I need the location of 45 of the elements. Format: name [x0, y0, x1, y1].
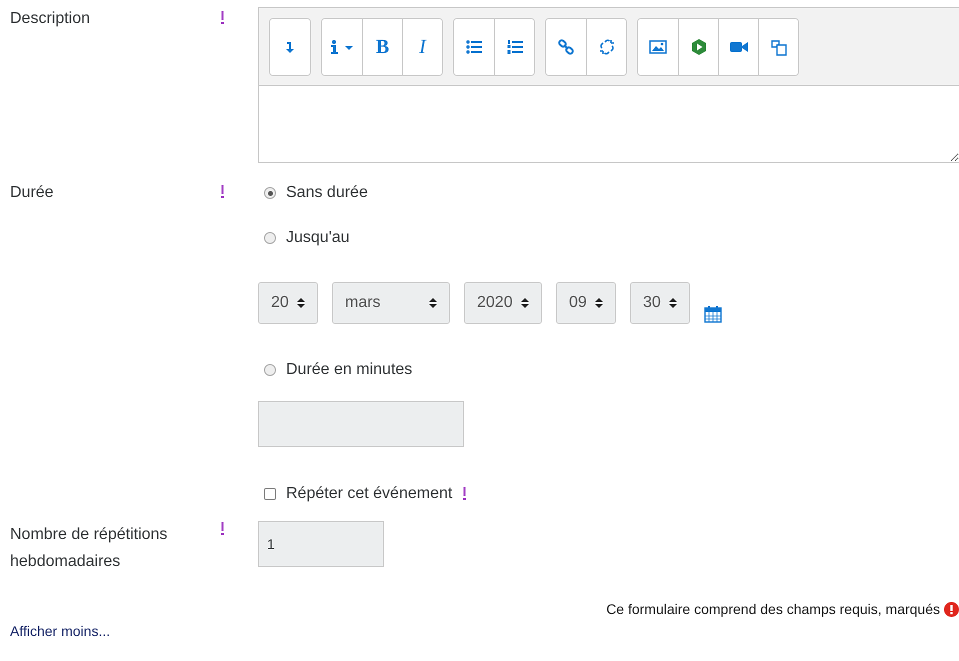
link-icon — [558, 39, 574, 55]
image-icon — [649, 40, 667, 54]
required-icon — [220, 521, 225, 537]
numbered-list-icon — [506, 40, 522, 54]
date-select[interactable]: 20 — [258, 282, 318, 324]
option-label: Jusqu'au — [286, 229, 350, 247]
checkbox[interactable] — [264, 488, 276, 500]
copy-icon — [770, 38, 788, 56]
bullet-list-icon — [466, 40, 482, 54]
info-icon — [330, 40, 354, 54]
date-select[interactable]: 2020 — [464, 282, 542, 324]
show-less-link[interactable]: Afficher moins... — [10, 623, 110, 639]
option-label: Durée en minutes — [286, 361, 412, 379]
numbers-button[interactable] — [494, 19, 534, 75]
field-label: Durée — [10, 184, 54, 201]
date-select[interactable]: 30 — [630, 282, 690, 324]
unlink-button[interactable] — [586, 19, 626, 75]
option-label: Répéter cet événement — [286, 485, 452, 503]
required-icon — [462, 486, 468, 502]
radio-button[interactable] — [264, 232, 276, 244]
required-icon — [220, 10, 225, 26]
date-select[interactable]: mars — [332, 282, 450, 324]
play-icon — [690, 38, 708, 56]
sort-icon — [297, 297, 305, 309]
description-field[interactable] — [259, 86, 959, 162]
option-label: Sans durée — [286, 184, 368, 202]
minutes-field[interactable] — [258, 401, 464, 447]
italic-button[interactable]: I — [402, 19, 442, 75]
field-label: Nombre de répétitions hebdomadaires — [10, 525, 168, 572]
alert-icon — [944, 602, 959, 616]
date-select[interactable]: 09 — [556, 282, 616, 324]
radio-button[interactable] — [264, 187, 276, 199]
repetitions-field[interactable]: 1 — [258, 521, 384, 567]
sort-icon — [595, 297, 603, 309]
sort-icon — [429, 297, 437, 309]
video-camera-icon — [730, 40, 748, 54]
radio-button[interactable] — [264, 364, 276, 376]
required-icon — [220, 184, 225, 200]
sort-icon — [669, 297, 677, 309]
required-note: Ce formulaire comprend des champs requis, marqués — [606, 601, 940, 617]
sort-icon — [521, 297, 529, 309]
calendar-icon[interactable] — [704, 305, 722, 323]
copy-button[interactable] — [758, 19, 798, 75]
field-label: Description — [10, 10, 90, 27]
arrow-icon — [285, 40, 295, 54]
